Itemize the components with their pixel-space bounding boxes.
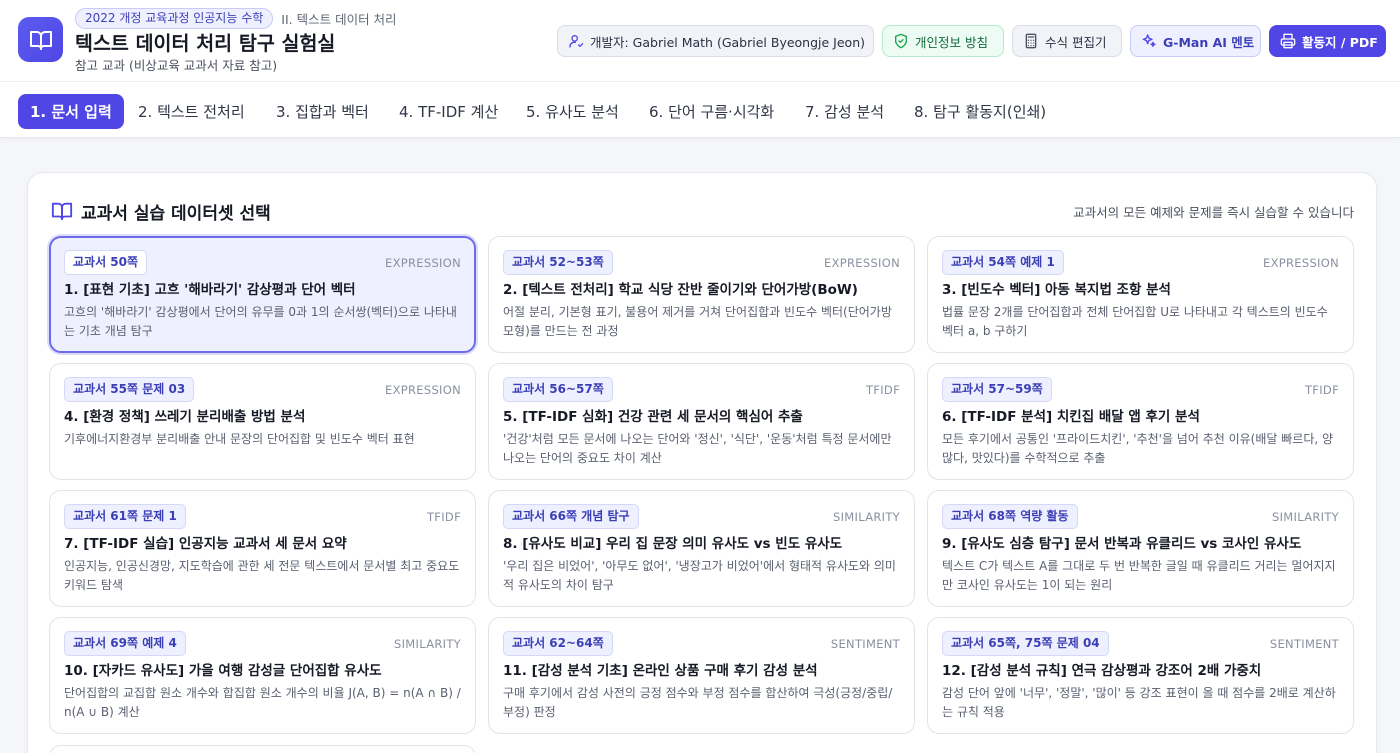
dataset-description: 구매 후기에서 감성 사전의 긍정 점수와 부정 점수를 합산하여 극성(긍정/… <box>503 686 893 719</box>
privacy-label: 개인정보 방침 <box>915 34 988 50</box>
dataset-title: 3. [빈도수 벡터] 아동 복지법 조항 분석 <box>942 282 1171 298</box>
dataset-title: 10. [자카드 유사도] 가을 여행 감성글 단어집합 유사도 <box>64 663 382 679</box>
tab-document-input[interactable]: 1. 문서 입력 <box>18 94 124 129</box>
dataset-type: TFIDF <box>1304 382 1339 397</box>
dataset-card[interactable]: 교과서 56~57쪽 TFIDF 5. [TF-IDF 심화] 건강 관련 세 문… <box>488 363 915 480</box>
page-badge: 교과서 57~59쪽 <box>942 377 1052 402</box>
tab-worksheet[interactable]: 8. 탐구 활동지(인쇄) <box>902 94 1058 129</box>
dataset-title: 5. [TF-IDF 심화] 건강 관련 세 문서의 핵심어 추출 <box>503 409 803 425</box>
developer-button[interactable]: 개발자: Gabriel Math (Gabriel Byeongje Jeon… <box>557 25 874 57</box>
dataset-title: 9. [유사도 심층 탐구] 문서 반복과 유클리드 vs 코사인 유사도 <box>942 536 1302 552</box>
dataset-title: 8. [유사도 비교] 우리 집 문장 의미 유사도 vs 빈도 유사도 <box>503 536 843 552</box>
dataset-title: 12. [감성 분석 규칙] 연극 감상평과 강조어 2배 가중치 <box>942 663 1262 679</box>
dataset-description: '우리 집은 비었어', '아무도 없어', '냉장고가 비었어'에서 형태적 … <box>503 559 896 592</box>
tab-sentiment[interactable]: 7. 감성 분석 <box>793 94 896 129</box>
page-badge: 교과서 52~53쪽 <box>503 250 613 275</box>
dataset-title: 4. [환경 정책] 쓰레기 분리배출 방법 분석 <box>64 409 306 425</box>
dataset-card[interactable]: 교과서 54쪽 예제 1 EXPRESSION 3. [빈도수 벡터] 아동 복지… <box>927 236 1354 353</box>
panel-note: 교과서의 모든 예제와 문제를 즉시 실습할 수 있습니다 <box>1073 205 1354 220</box>
page-subtitle: 참고 교과 (비상교육 교과서 자료 참고) <box>75 58 278 73</box>
dataset-description: 어절 분리, 기본형 표기, 불용어 제거를 거쳐 단어집합과 빈도수 벡터(단… <box>503 305 892 338</box>
dataset-description: 고흐의 '해바라기' 감상평에서 단어의 유무를 0과 1의 순서쌍(벡터)으로… <box>64 305 457 338</box>
app-logo <box>18 17 63 62</box>
formula-label: 수식 편집기 <box>1045 34 1107 50</box>
dataset-type: SENTIMENT <box>1269 636 1339 651</box>
title-block: 2022 개정 교육과정 인공지능 수학 II. 텍스트 데이터 처리 텍스트 … <box>75 8 397 74</box>
dataset-description: 감성 단어 앞에 '너무', '정말', '많이' 등 강조 표현이 올 때 점… <box>942 686 1336 719</box>
shield-check-icon <box>895 33 907 49</box>
worksheet-pdf-button[interactable]: 활동지 / PDF <box>1269 25 1386 57</box>
page-badge: 교과서 56~57쪽 <box>503 377 613 402</box>
dataset-type: SIMILARITY <box>1272 509 1339 524</box>
page-title: 텍스트 데이터 처리 탐구 실험실 <box>75 32 336 55</box>
user-icon <box>569 35 584 48</box>
dataset-type: SIMILARITY <box>833 509 900 524</box>
developer-label: 개발자: Gabriel Math (Gabriel Byeongje Jeon… <box>590 34 865 50</box>
calculator-icon <box>1025 33 1037 49</box>
dataset-type: SIMILARITY <box>394 636 461 651</box>
page-badge: 교과서 62~64쪽 <box>503 631 613 656</box>
tab-tfidf[interactable]: 4. TF-IDF 계산 <box>387 94 510 129</box>
dataset-type: SENTIMENT <box>830 636 900 651</box>
dataset-card[interactable]: 교과서 69쪽 예제 4 SIMILARITY 10. [자카드 유사도] 가을 … <box>49 617 476 734</box>
dataset-type: EXPRESSION <box>385 382 461 397</box>
mentor-label: G-Man AI 멘토 <box>1163 34 1255 50</box>
dataset-description: 모든 후기에서 공통인 '프라이드치킨', '추천'을 넘어 추천 이유(배달 … <box>942 432 1334 465</box>
tab-similarity[interactable]: 5. 유사도 분석 <box>514 94 631 129</box>
page-badge: 교과서 65쪽, 75쪽 문제 04 <box>942 631 1109 656</box>
page-badge: 교과서 69쪽 예제 4 <box>64 631 186 656</box>
page-badge: 교과서 55쪽 문제 03 <box>64 377 195 402</box>
curriculum-badge: 2022 개정 교육과정 인공지능 수학 <box>75 8 274 29</box>
privacy-policy-button[interactable]: 개인정보 방침 <box>882 25 1004 57</box>
dataset-type: TFIDF <box>865 382 900 397</box>
dataset-card[interactable]: 교과서 55쪽 문제 03 EXPRESSION 4. [환경 정책] 쓰레기 분… <box>49 363 476 480</box>
dataset-type: TFIDF <box>426 509 461 524</box>
dataset-description: 법률 문장 2개를 단어집합과 전체 단어집합 U로 나타내고 각 텍스트의 빈… <box>942 305 1328 338</box>
book-open-icon <box>51 202 73 221</box>
dataset-type: EXPRESSION <box>1263 255 1339 270</box>
dataset-card[interactable]: 교과서 52~53쪽 EXPRESSION 2. [텍스트 전처리] 학교 식당 … <box>488 236 915 353</box>
book-open-icon <box>29 30 52 50</box>
tab-text-preprocessing[interactable]: 2. 텍스트 전처리 <box>126 94 257 129</box>
dataset-card[interactable]: 교과서 68쪽 역량 활동 SIMILARITY 9. [유사도 심층 탐구] 문… <box>927 490 1354 607</box>
dataset-title: 7. [TF-IDF 실습] 인공지능 교과서 세 문서 요약 <box>64 536 347 552</box>
dataset-type: EXPRESSION <box>824 255 900 270</box>
formula-editor-button[interactable]: 수식 편집기 <box>1012 25 1122 57</box>
dataset-card[interactable]: 교과서 65쪽, 75쪽 문제 04 SENTIMENT 12. [감성 분석 규… <box>927 617 1354 734</box>
dataset-description: 기후에너지환경부 분리배출 안내 문장의 단어집합 및 빈도수 벡터 표현 <box>64 432 415 446</box>
tab-sets-and-vectors[interactable]: 3. 집합과 벡터 <box>264 94 381 129</box>
sparkles-icon <box>1142 34 1156 47</box>
dataset-title: 11. [감성 분석 기초] 온라인 상품 구매 후기 감성 분석 <box>503 663 818 679</box>
dataset-description: 단어집합의 교집합 원소 개수와 합집합 원소 개수의 비율 J(A, B) =… <box>64 686 461 719</box>
ai-mentor-button[interactable]: G-Man AI 멘토 <box>1130 25 1261 57</box>
dataset-card[interactable]: 교과서 62~64쪽 SENTIMENT 11. [감성 분석 기초] 온라인 상… <box>488 617 915 734</box>
panel-title: 교과서 실습 데이터셋 선택 <box>81 204 271 224</box>
page-badge: 교과서 66쪽 개념 탐구 <box>503 504 639 529</box>
page-badge: 교과서 68쪽 역량 활동 <box>942 504 1078 529</box>
printer-icon <box>1280 33 1296 49</box>
app-header: 2022 개정 교육과정 인공지능 수학 II. 텍스트 데이터 처리 텍스트 … <box>0 0 1400 82</box>
dataset-card[interactable]: 교과서 66쪽 개념 탐구 SIMILARITY 8. [유사도 비교] 우리 집… <box>488 490 915 607</box>
page-badge: 교과서 50쪽 <box>64 250 148 275</box>
dataset-card-partial[interactable] <box>49 745 476 753</box>
unit-label: II. 텍스트 데이터 처리 <box>281 12 397 27</box>
dataset-card[interactable]: 교과서 50쪽 EXPRESSION 1. [표현 기초] 고흐 '해바라기' 감… <box>49 236 476 353</box>
dataset-description: 텍스트 C가 텍스트 A를 그대로 두 번 반복한 글일 때 유클리드 거리는 … <box>942 559 1336 592</box>
dataset-card[interactable]: 교과서 61쪽 문제 1 TFIDF 7. [TF-IDF 실습] 인공지능 교과… <box>49 490 476 607</box>
dataset-title: 2. [텍스트 전처리] 학교 식당 잔반 줄이기와 단어가방(BoW) <box>503 282 858 298</box>
tab-bar: 1. 문서 입력 2. 텍스트 전처리 3. 집합과 벡터 4. TF-IDF … <box>0 82 1400 138</box>
dataset-description: 인공지능, 인공신경망, 지도학습에 관한 세 전문 텍스트에서 문서별 최고 … <box>64 559 460 592</box>
dataset-title: 1. [표현 기초] 고흐 '해바라기' 감상평과 단어 벡터 <box>64 282 356 298</box>
dataset-title: 6. [TF-IDF 분석] 치킨집 배달 앱 후기 분석 <box>942 409 1200 425</box>
tab-word-cloud[interactable]: 6. 단어 구름·시각화 <box>637 94 786 129</box>
page-badge: 교과서 54쪽 예제 1 <box>942 250 1064 275</box>
dataset-card[interactable]: 교과서 57~59쪽 TFIDF 6. [TF-IDF 분석] 치킨집 배달 앱 … <box>927 363 1354 480</box>
pdf-label: 활동지 / PDF <box>1302 34 1378 50</box>
dataset-description: '건강'처럼 모든 문서에 나오는 단어와 '정신', '식단', '운동'처럼… <box>503 432 892 465</box>
page-badge: 교과서 61쪽 문제 1 <box>64 504 186 529</box>
dataset-type: EXPRESSION <box>385 255 461 270</box>
